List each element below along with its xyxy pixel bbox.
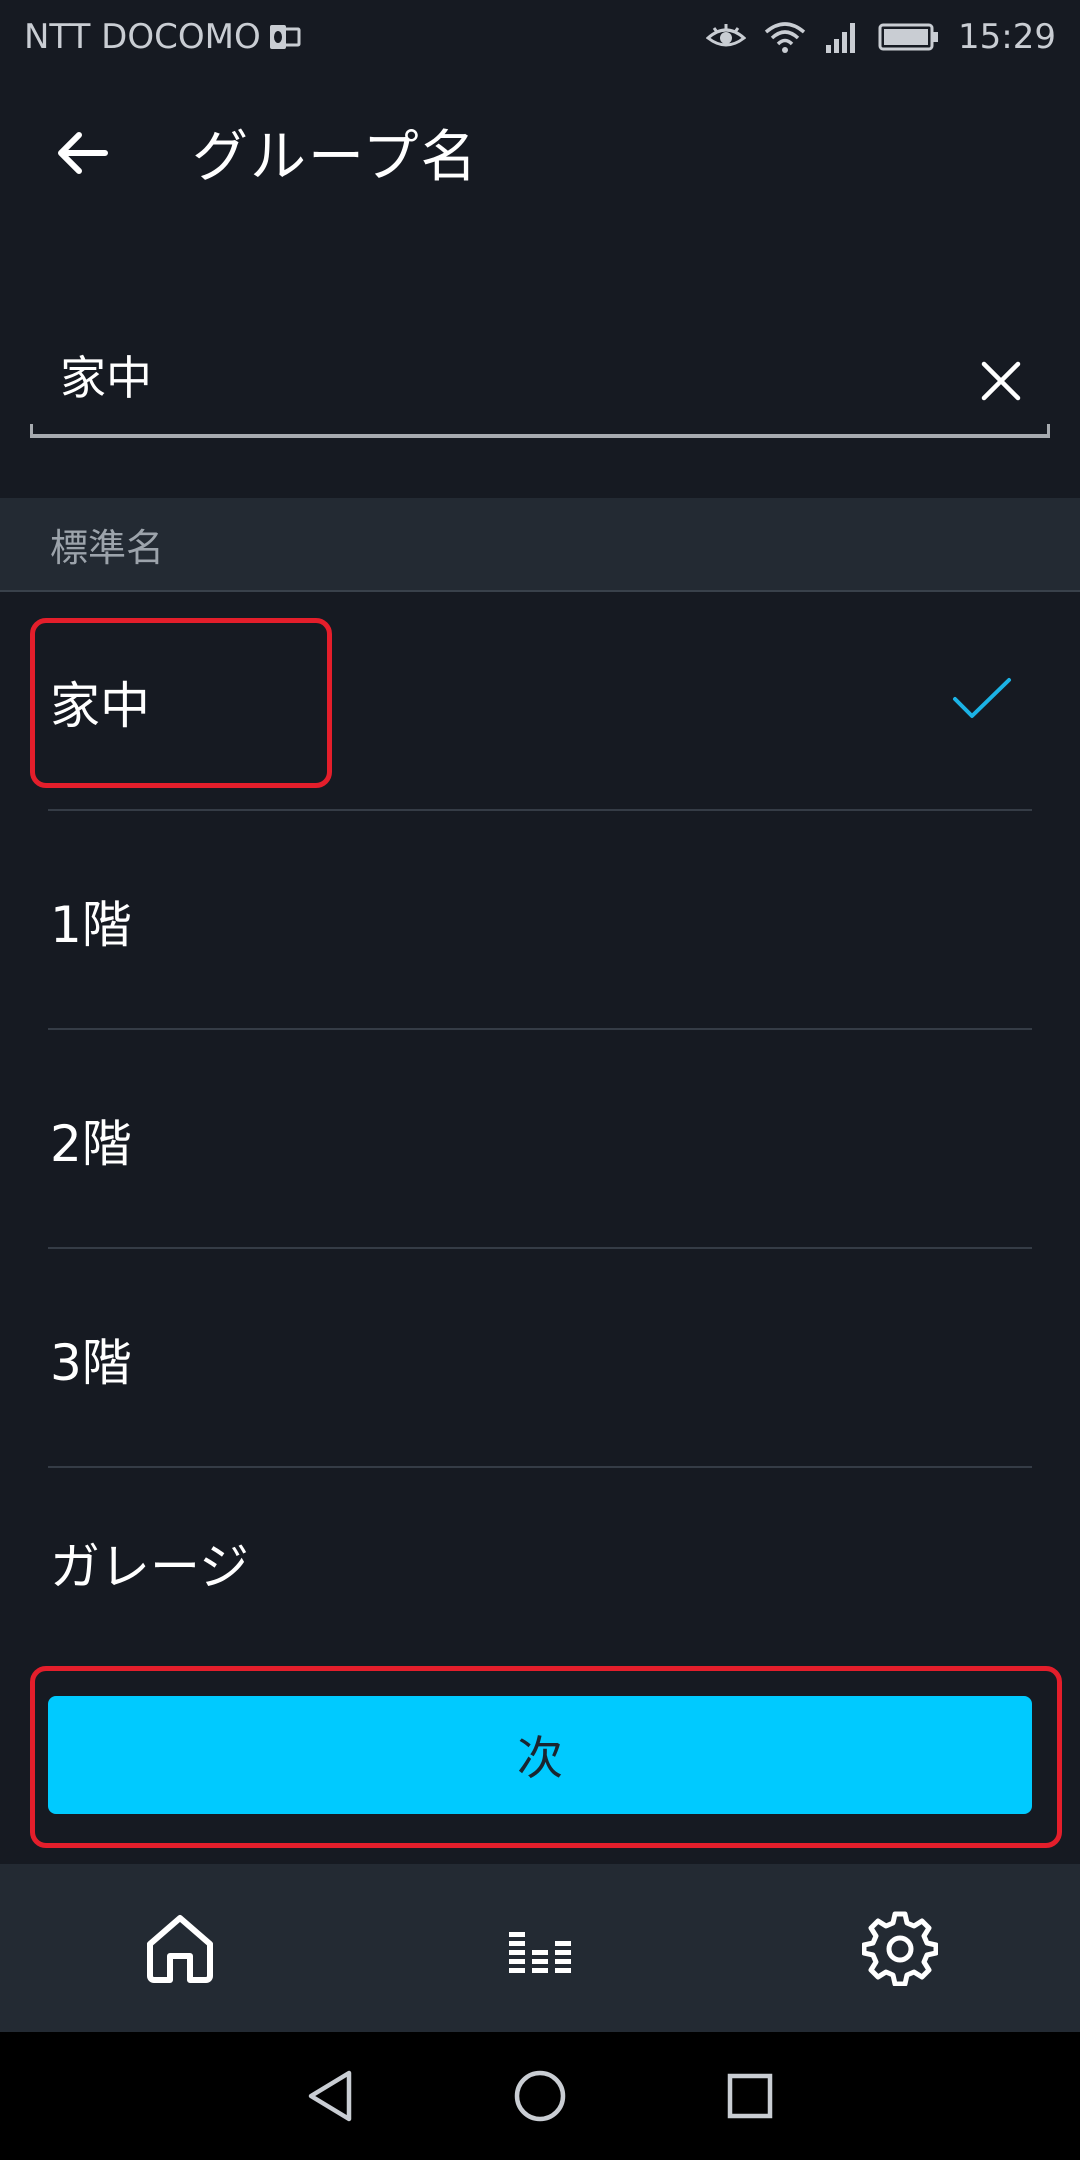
nav-home[interactable] [140, 1908, 220, 1988]
app-bar: グループ名 [0, 74, 1080, 230]
system-home-button[interactable] [510, 2066, 570, 2126]
section-header: 標準名 [0, 498, 1080, 592]
nav-settings[interactable] [860, 1908, 940, 1988]
home-icon [147, 1915, 213, 1983]
field-underline [30, 424, 1050, 438]
clock: 15:29 [958, 17, 1056, 57]
status-bar: NTT DOCOMO 15:29 [0, 0, 1080, 74]
checkmark-icon [953, 678, 1011, 718]
gear-icon [862, 1911, 938, 1986]
clear-button[interactable] [976, 356, 1026, 406]
status-right: 15:29 [706, 17, 1056, 57]
bottom-nav [0, 1864, 1080, 2032]
status-left: NTT DOCOMO [24, 17, 301, 57]
next-button[interactable]: 次 [48, 1696, 1032, 1814]
arrow-left-icon [58, 132, 108, 174]
wifi-icon [764, 20, 806, 54]
list-item-label: 1階 [50, 895, 132, 954]
highlight-box [30, 618, 332, 788]
page-title: グループ名 [192, 125, 479, 190]
list-item[interactable]: 1階 [0, 811, 1080, 1030]
group-name-input[interactable] [60, 340, 960, 410]
eye-icon [706, 22, 747, 52]
back-button[interactable] [46, 118, 116, 188]
list-item[interactable]: 3階 [0, 1249, 1080, 1468]
list-item[interactable]: ガレージ [0, 1468, 1080, 1658]
triangle-back-icon [308, 2070, 352, 2122]
system-recents-button[interactable] [720, 2066, 780, 2126]
list-item[interactable]: 2階 [0, 1030, 1080, 1249]
close-icon [981, 361, 1021, 401]
system-nav-bar [0, 2032, 1080, 2160]
outlook-icon [269, 22, 301, 52]
group-name-field [30, 318, 1050, 438]
nav-play[interactable] [500, 1908, 580, 1988]
list-item-label: 3階 [50, 1333, 132, 1392]
list-item-label: 2階 [50, 1114, 132, 1173]
battery-icon [878, 22, 940, 52]
circle-home-icon [514, 2070, 566, 2122]
equalizer-icon [509, 1932, 571, 1973]
square-recents-icon [727, 2073, 773, 2119]
signal-icon [824, 21, 860, 53]
carrier-label: NTT DOCOMO [24, 17, 261, 57]
system-back-button[interactable] [300, 2066, 360, 2126]
list-item-label: ガレージ [50, 1538, 249, 1596]
